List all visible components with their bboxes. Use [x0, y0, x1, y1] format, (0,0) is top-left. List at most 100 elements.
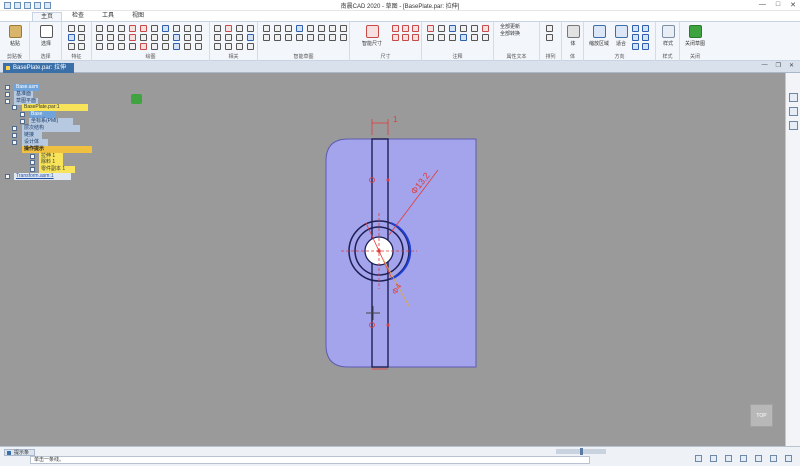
body-button[interactable]: 体 [562, 25, 584, 47]
circular-pattern-icon[interactable] [546, 34, 553, 41]
snap-intersect-icon[interactable] [307, 25, 314, 32]
view-cube[interactable]: TOP [750, 404, 773, 427]
radius-icon[interactable] [402, 34, 409, 41]
stretch-icon[interactable] [162, 34, 169, 41]
tree-item-reference-planes[interactable]: 基准面 [14, 91, 34, 98]
equal-icon[interactable] [247, 34, 254, 41]
zoom-slider[interactable] [556, 448, 606, 455]
doc-minimize-button[interactable]: — [762, 62, 768, 69]
tree-item-links[interactable]: 链接 [22, 132, 42, 139]
point-icon[interactable] [107, 25, 114, 32]
tree-item-baseplate-par[interactable]: BasePlate.par:1 [22, 104, 88, 111]
circle-icon[interactable] [107, 34, 114, 41]
include-icon[interactable] [173, 34, 180, 41]
expand-icon[interactable] [12, 126, 17, 131]
fill-icon[interactable] [129, 43, 136, 50]
tree-item-design-body[interactable]: 设计体 [22, 139, 48, 146]
snap-center-icon[interactable] [285, 25, 292, 32]
ellipse-icon[interactable] [96, 43, 103, 50]
snap-vertical-icon[interactable] [340, 25, 347, 32]
rotate-view-icon[interactable] [755, 455, 762, 462]
concentric-icon[interactable] [236, 25, 243, 32]
update-all-button[interactable]: 全部更新 [500, 24, 520, 31]
select-button[interactable]: 选择 [35, 25, 57, 47]
tree-item-part-copy-1[interactable]: 零件副本 1 [39, 166, 75, 173]
expand-icon[interactable] [5, 99, 10, 104]
tab-view[interactable]: 视图 [124, 12, 152, 21]
angle-icon[interactable] [402, 25, 409, 32]
graphics-window[interactable]: 1 Φ13.2 Φ4 [0, 73, 785, 446]
polygon-icon[interactable] [195, 34, 202, 41]
dim-width-value[interactable]: 1 [393, 115, 398, 124]
datum-target-icon[interactable] [449, 34, 456, 41]
snap-tangent-icon[interactable] [296, 25, 303, 32]
parallel-icon[interactable] [247, 25, 254, 32]
pattern-icon[interactable] [151, 43, 158, 50]
tab-inspect[interactable]: 检查 [64, 12, 92, 21]
accept-icon[interactable] [131, 94, 142, 104]
rectangular-pattern-icon[interactable] [546, 25, 553, 32]
rectangle-icon[interactable] [96, 34, 103, 41]
project-icon[interactable] [184, 34, 191, 41]
collinear-icon[interactable] [236, 43, 243, 50]
chamfer-2d-icon[interactable] [173, 25, 180, 32]
offset-icon[interactable] [184, 25, 191, 32]
tree-item-coordinate-system[interactable]: 坐标系(PMI) [29, 118, 73, 125]
tangent-arc-icon[interactable] [107, 43, 114, 50]
diameter-icon[interactable] [412, 34, 419, 41]
distance-icon[interactable] [392, 25, 399, 32]
edge-condition-icon[interactable] [482, 25, 489, 32]
surface-texture-icon[interactable] [460, 25, 467, 32]
symmetric-icon[interactable] [214, 43, 221, 50]
perpendicular-icon[interactable] [214, 34, 221, 41]
horizontal-icon[interactable] [225, 25, 232, 32]
rigid-icon[interactable] [225, 43, 232, 50]
snap-endpoint-icon[interactable] [263, 25, 270, 32]
hole-icon[interactable] [78, 34, 85, 41]
doc-close-button[interactable]: ✕ [789, 62, 794, 69]
arc-icon[interactable] [118, 34, 125, 41]
mirror-icon[interactable] [195, 25, 202, 32]
snap-offset-icon[interactable] [318, 34, 325, 41]
snap-perpendicular-icon[interactable] [318, 25, 325, 32]
zoom-area-button[interactable]: 缩放区域 [586, 25, 612, 47]
expand-icon[interactable] [5, 92, 10, 97]
curve-icon[interactable] [118, 25, 125, 32]
render-mode-icon[interactable] [785, 455, 792, 462]
tab-home[interactable]: 主页 [32, 12, 63, 21]
datum-frame-icon[interactable] [427, 34, 434, 41]
symmetric-dim-icon[interactable] [392, 34, 399, 41]
fillet-icon[interactable] [162, 25, 169, 32]
connector-icon[interactable] [460, 34, 467, 41]
rotate-icon[interactable] [140, 34, 147, 41]
previous-view-icon[interactable] [642, 43, 649, 50]
callout-icon[interactable] [427, 25, 434, 32]
leader-icon[interactable] [449, 25, 456, 32]
construction-icon[interactable] [162, 43, 169, 50]
snap-midpoint-icon[interactable] [274, 25, 281, 32]
extrude-icon[interactable] [68, 25, 75, 32]
bolt-hole-circle-icon[interactable] [482, 34, 489, 41]
tree-item-transform-asm[interactable]: Transform.asm:1 [14, 173, 71, 180]
document-tab[interactable]: BasePlate.par: 拉伸 [3, 63, 75, 73]
style-button[interactable]: 样式 [657, 25, 679, 47]
layers-icon[interactable] [789, 107, 798, 116]
center-line-icon[interactable] [471, 34, 478, 41]
maximize-button[interactable]: □ [776, 1, 780, 9]
close-window-button[interactable]: ✕ [790, 1, 796, 9]
delete-icon[interactable] [140, 43, 147, 50]
slot-icon[interactable] [195, 43, 202, 50]
connect-icon[interactable] [214, 25, 221, 32]
tree-item-base[interactable]: Base [29, 111, 55, 118]
sketch-drawing[interactable]: 1 Φ13.2 Φ4 [0, 73, 785, 446]
close-sketch-button[interactable]: 关闭草图 [682, 25, 708, 47]
properties-icon[interactable] [789, 121, 798, 130]
expand-icon[interactable] [12, 133, 17, 138]
snap-quadrant-icon[interactable] [263, 34, 270, 41]
snap-nearest-icon[interactable] [329, 34, 336, 41]
tree-item-operation-hints[interactable]: 操作提示 [22, 146, 92, 153]
extend-icon[interactable] [140, 25, 147, 32]
cutout-icon[interactable] [68, 34, 75, 41]
snap-settings-icon[interactable] [340, 34, 347, 41]
doc-restore-button[interactable]: ❐ [776, 62, 781, 69]
